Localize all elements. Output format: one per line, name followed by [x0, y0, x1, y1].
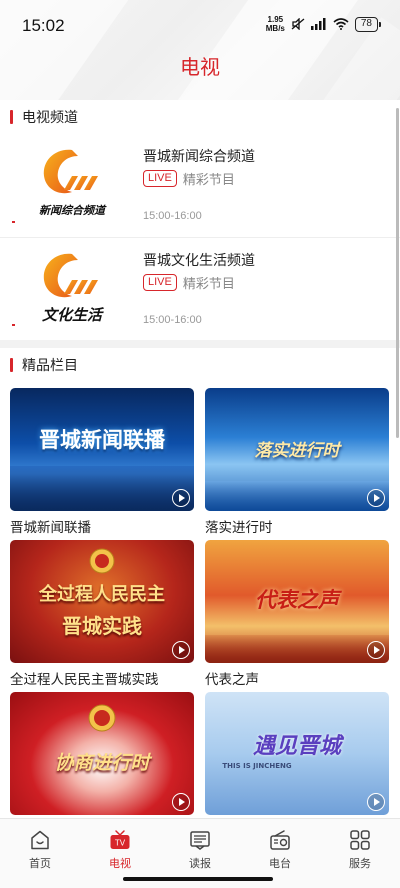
live-program: 精彩节目 — [182, 173, 235, 188]
play-icon — [367, 793, 385, 811]
play-icon — [367, 489, 385, 507]
program-thumbnail: 协商进行时 — [10, 692, 194, 815]
program-card[interactable]: 全过程人民民主 晋城实践 全过程人民民主晋城实践 — [10, 540, 194, 692]
tv-badge-text: TV — [115, 839, 126, 848]
page-title: 电视 — [180, 55, 220, 79]
program-title: 代表之声 — [205, 672, 259, 688]
mute-icon — [291, 18, 305, 30]
battery-indicator: 78 — [354, 16, 382, 32]
channel-time: 15:00-16:00 — [143, 314, 202, 326]
network-speed: 1.95 MB/s — [265, 15, 285, 33]
cellular-signal-icon — [310, 18, 326, 30]
live-badge: LIVE — [143, 274, 177, 291]
channels-section: 电视频道 新闻综合频道 晋城新闻综合频道 LIVE 精彩节目 15:00-16:… — [0, 100, 400, 340]
emblem-icon — [89, 548, 115, 574]
home-icon — [31, 830, 49, 850]
program-title: 晋城新闻联播 — [10, 520, 91, 536]
program-thumbnail: 全过程人民民主 晋城实践 — [10, 540, 194, 663]
tv-icon: TV — [110, 830, 130, 849]
channel-name: 晋城新闻综合频道 — [143, 149, 255, 165]
status-bar: 15:02 1.95 MB/s 78 — [0, 0, 400, 50]
newspaper-icon — [190, 831, 210, 850]
scrollbar[interactable] — [396, 108, 399, 438]
program-title: 落实进行时 — [205, 520, 273, 536]
channel-logo-text: 新闻综合频道 — [39, 204, 105, 217]
section-marker — [10, 358, 13, 372]
tab-services[interactable]: 服务 — [320, 819, 400, 888]
main-content: 电视频道 新闻综合频道 晋城新闻综合频道 LIVE 精彩节目 15:00-16:… — [0, 100, 400, 888]
channel-swirl-logo-icon — [43, 149, 98, 194]
section-header: 精品栏目 — [0, 348, 400, 382]
program-thumbnail: 遇见晋城 THIS IS JINCHENG — [205, 692, 389, 815]
section-marker — [10, 110, 13, 124]
tab-label: 电台 — [269, 857, 291, 870]
section-header: 电视频道 — [0, 100, 400, 134]
play-icon — [367, 641, 385, 659]
channel-logo: 新闻综合频道 — [34, 144, 110, 224]
program-thumbnail: 晋城新闻联播 — [10, 388, 194, 511]
thumbnail-title: 晋城新闻联播 — [39, 428, 165, 452]
program-card[interactable]: 落实进行时 落实进行时 — [205, 388, 389, 540]
live-program: 精彩节目 — [182, 277, 235, 292]
thumbnail-title: 落实进行时 — [254, 441, 340, 461]
program-card[interactable]: 代表之声 代表之声 — [205, 540, 389, 692]
play-icon — [172, 793, 190, 811]
channel-time: 15:00-16:00 — [143, 210, 202, 222]
status-time: 15:02 — [22, 16, 65, 35]
channel-item[interactable]: 新闻综合频道 晋城新闻综合频道 LIVE 精彩节目 15:00-16:00 — [0, 134, 400, 237]
home-indicator[interactable] — [123, 877, 273, 881]
tab-label: 首页 — [29, 857, 51, 870]
thumbnail-subtitle: THIS IS JINCHENG — [222, 762, 292, 770]
channel-live-row: LIVE 精彩节目 — [143, 273, 235, 292]
channel-mark — [12, 221, 15, 223]
tab-label: 电视 — [109, 857, 131, 870]
channel-swirl-logo-icon — [43, 253, 98, 298]
wifi-icon — [333, 18, 349, 30]
play-icon — [172, 641, 190, 659]
thumbnail-title: 代表之声 — [255, 588, 339, 612]
thumbnail-title: 全过程人民民主 — [39, 584, 165, 605]
programs-section: 精品栏目 晋城新闻联播 晋城新闻联播 落实进行时 落实进行时 全过程人民民主 晋… — [0, 348, 400, 888]
channel-item[interactable]: 文化生活 晋城文化生活频道 LIVE 精彩节目 15:00-16:00 — [0, 237, 400, 340]
tab-label: 服务 — [349, 857, 371, 870]
program-grid: 晋城新闻联播 晋城新闻联播 落实进行时 落实进行时 全过程人民民主 晋城实践 全… — [0, 382, 400, 844]
program-title: 全过程人民民主晋城实践 — [10, 672, 159, 688]
header: 15:02 1.95 MB/s 78 电视 — [0, 0, 400, 100]
thumbnail-subtitle: 晋城实践 — [62, 614, 142, 638]
services-grid-icon — [350, 830, 370, 850]
program-thumbnail: 代表之声 — [205, 540, 389, 663]
thumbnail-title: 遇见晋城 — [252, 734, 341, 759]
program-card[interactable]: 晋城新闻联播 晋城新闻联播 — [10, 388, 194, 540]
section-divider — [0, 340, 400, 348]
tab-label: 读报 — [189, 857, 211, 870]
tab-home[interactable]: 首页 — [0, 819, 80, 888]
channel-name: 晋城文化生活频道 — [143, 253, 255, 269]
radio-icon — [270, 830, 290, 850]
live-badge: LIVE — [143, 170, 177, 187]
channel-live-row: LIVE 精彩节目 — [143, 169, 235, 188]
channel-logo-text: 文化生活 — [41, 306, 102, 324]
emblem-icon — [88, 704, 116, 732]
section-title: 电视频道 — [22, 110, 78, 126]
thumbnail-title: 协商进行时 — [54, 752, 150, 774]
program-thumbnail: 落实进行时 — [205, 388, 389, 511]
channel-logo: 文化生活 — [34, 248, 110, 328]
section-title: 精品栏目 — [22, 358, 78, 374]
play-icon — [172, 489, 190, 507]
channel-mark — [12, 324, 15, 326]
